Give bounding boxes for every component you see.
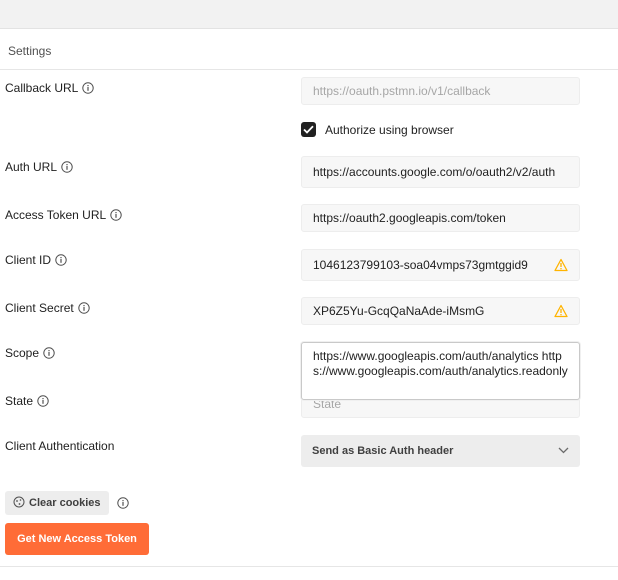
info-icon[interactable] bbox=[78, 302, 90, 314]
settings-header: Settings bbox=[0, 29, 618, 70]
scope-label: Scope bbox=[5, 346, 55, 360]
client-authentication-select[interactable]: Send as Basic Auth header bbox=[301, 435, 580, 467]
cookie-icon bbox=[13, 496, 29, 511]
top-bar bbox=[0, 0, 618, 29]
clear-cookies-button[interactable]: Clear cookies bbox=[5, 491, 109, 515]
warning-icon[interactable] bbox=[554, 304, 568, 318]
section-title: Settings bbox=[8, 44, 52, 58]
info-icon[interactable] bbox=[55, 254, 67, 266]
divider bbox=[0, 566, 618, 567]
get-new-access-token-button[interactable]: Get New Access Token bbox=[5, 523, 149, 555]
client-id-input[interactable]: 1046123799103-soa04vmps73gmtggid9 bbox=[301, 249, 580, 281]
access-token-url-input[interactable]: https://oauth2.googleapis.com/token bbox=[301, 204, 580, 232]
callback-url-input[interactable]: https://oauth.pstmn.io/v1/callback bbox=[301, 77, 580, 105]
authorize-browser-checkbox-row[interactable]: Authorize using browser bbox=[301, 122, 454, 137]
state-label: State bbox=[5, 394, 49, 408]
client-authentication-label: Client Authentication bbox=[5, 439, 115, 453]
info-icon[interactable] bbox=[61, 161, 73, 173]
auth-url-input[interactable]: https://accounts.google.com/o/oauth2/v2/… bbox=[301, 156, 580, 188]
warning-icon[interactable] bbox=[554, 258, 568, 272]
info-icon[interactable] bbox=[82, 82, 95, 94]
client-secret-input[interactable]: XP6Z5Yu-GcqQaNaAde-iMsmG bbox=[301, 297, 580, 325]
info-icon[interactable] bbox=[37, 395, 49, 407]
client-id-label: Client ID bbox=[5, 253, 67, 267]
callback-url-label: Callback URL bbox=[5, 81, 95, 95]
authorize-browser-checkbox[interactable] bbox=[301, 122, 316, 137]
info-icon[interactable] bbox=[110, 209, 122, 221]
access-token-url-label: Access Token URL bbox=[5, 208, 122, 222]
auth-url-label: Auth URL bbox=[5, 160, 73, 174]
info-icon[interactable] bbox=[117, 497, 129, 512]
client-secret-label: Client Secret bbox=[5, 301, 90, 315]
authorize-browser-label: Authorize using browser bbox=[325, 122, 454, 137]
chevron-down-icon bbox=[558, 445, 569, 457]
info-icon[interactable] bbox=[43, 347, 55, 359]
scope-textarea[interactable]: https://www.googleapis.com/auth/analytic… bbox=[301, 342, 580, 400]
